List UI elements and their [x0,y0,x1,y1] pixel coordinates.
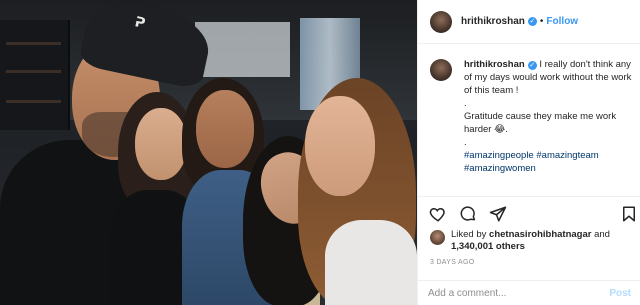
comment-icon[interactable] [458,204,478,224]
post-side-panel: hrithikroshan ✓ • Follow hrithikroshan ✓ … [417,0,640,305]
bookmark-icon[interactable] [619,204,639,224]
hashtag-link[interactable]: #amazingwomen [464,163,536,174]
hashtag-link[interactable]: #amazingpeople [464,150,534,161]
actions-divider [418,196,640,197]
caption-avatar[interactable] [430,59,452,81]
liker-avatar[interactable] [430,230,445,245]
header-username[interactable]: hrithikroshan [461,16,525,27]
comment-bar: Post [418,280,640,305]
liker-username[interactable]: chetnasirohibhatnagar [489,229,591,240]
verified-badge-icon: ✓ [527,17,537,26]
post-header: hrithikroshan ✓ • Follow [418,0,640,44]
caption-dot-1: . [464,98,467,109]
likes-count[interactable]: 1,340,001 others [451,241,525,252]
likes-summary: Liked by chetnasirohibhatnagar and 1,340… [430,229,635,253]
caption-username[interactable]: hrithikroshan [464,59,525,70]
likes-text: Liked by chetnasirohibhatnagar and 1,340… [451,229,635,253]
share-icon[interactable] [488,204,508,224]
avatar[interactable] [430,10,452,33]
post-photo[interactable]: ᕈ [0,0,417,305]
comment-input[interactable] [428,287,610,299]
caption-line-2: Gratitude cause they make me work harder… [464,111,617,135]
caption-fade [430,182,635,190]
caption-dot-2: . [464,137,467,148]
likes-connector: and [594,229,610,240]
photo-shelf [0,20,70,130]
caption-verified-badge-icon: ✓ [527,61,537,70]
person-five-body [325,220,417,305]
post-caption: hrithikroshan ✓ I really don't think any … [430,58,635,190]
photo-background-screen [195,22,290,77]
follow-button[interactable]: Follow [546,16,578,27]
header-separator: • [539,16,544,27]
person-five-head [305,96,375,196]
hashtag-link[interactable]: #amazingteam [536,150,598,161]
person-two-head [135,108,187,180]
post-actions [428,203,639,225]
person-three-head [196,90,254,168]
post-timestamp[interactable]: 3 DAYS AGO [430,259,475,266]
likes-prefix: Liked by [451,229,487,240]
post-comment-button[interactable]: Post [609,288,631,299]
caption-text: hrithikroshan ✓ I really don't think any … [464,58,632,190]
heart-icon[interactable] [428,204,448,224]
